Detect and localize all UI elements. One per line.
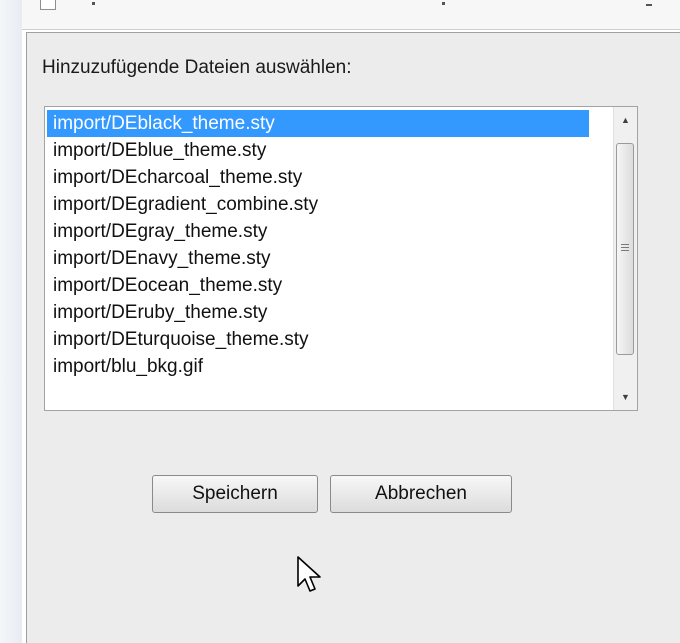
scroll-up-arrow-icon[interactable]: ▲ bbox=[614, 109, 637, 131]
file-list-item[interactable]: import/DEgray_theme.sty bbox=[47, 218, 589, 245]
scroll-down-arrow-icon[interactable]: ▼ bbox=[614, 386, 637, 408]
mouse-pointer-icon bbox=[297, 556, 321, 592]
vertical-scrollbar[interactable]: ▲ ▼ bbox=[613, 107, 637, 410]
background-window-edge bbox=[0, 0, 22, 643]
file-list-item[interactable]: import/DEblack_theme.sty bbox=[47, 110, 589, 137]
save-button[interactable]: Speichern bbox=[152, 475, 318, 513]
scrollbar-thumb[interactable] bbox=[616, 143, 634, 355]
file-list-item[interactable]: import/DEnavy_theme.sty bbox=[47, 245, 589, 272]
file-list-item[interactable]: import/DEturquoise_theme.sty bbox=[47, 326, 589, 353]
file-list-item[interactable]: import/DEgradient_combine.sty bbox=[47, 191, 589, 218]
background-checkbox[interactable] bbox=[40, 0, 56, 10]
file-list-items: import/DEblack_theme.sty import/DEblue_t… bbox=[47, 110, 589, 380]
file-list-item[interactable]: import/DEblue_theme.sty bbox=[47, 137, 589, 164]
select-files-prompt: Hinzuzufügende Dateien auswählen: bbox=[42, 57, 352, 78]
background-text-fragment bbox=[442, 2, 445, 5]
background-text-fragment bbox=[646, 4, 652, 6]
background-text-fragment bbox=[92, 2, 95, 5]
file-list-item[interactable]: import/blu_bkg.gif bbox=[47, 353, 589, 380]
file-list-item[interactable]: import/DEcharcoal_theme.sty bbox=[47, 164, 589, 191]
file-list-item[interactable]: import/DEruby_theme.sty bbox=[47, 299, 589, 326]
file-list-item[interactable]: import/DEocean_theme.sty bbox=[47, 272, 589, 299]
file-listbox[interactable]: import/DEblack_theme.sty import/DEblue_t… bbox=[44, 106, 638, 411]
scrollbar-grip-icon bbox=[621, 244, 629, 253]
background-window-toolbar bbox=[22, 0, 680, 30]
cancel-button[interactable]: Abbrechen bbox=[330, 475, 512, 513]
